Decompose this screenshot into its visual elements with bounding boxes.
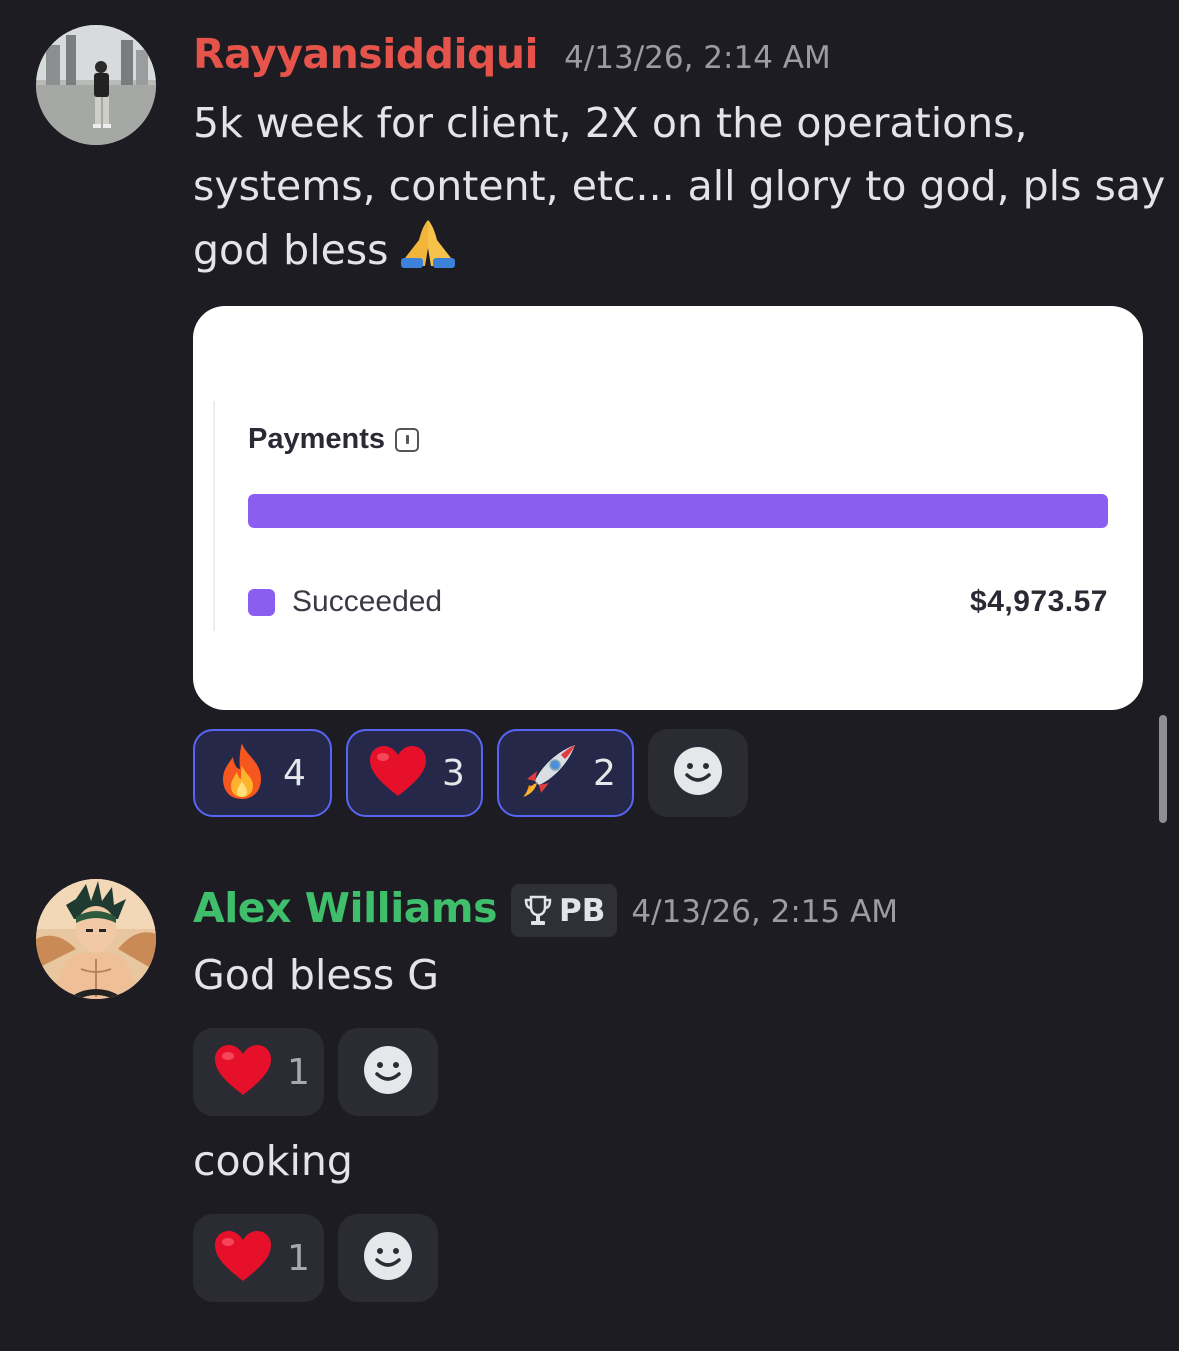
reaction-count: 3 (442, 752, 465, 794)
trophy-icon (524, 895, 552, 925)
message-content: 5k week for client, 2X on the operations… (193, 92, 1165, 288)
add-reaction-icon (362, 1044, 414, 1100)
add-reaction-button[interactable] (338, 1028, 438, 1116)
heart-icon (213, 1043, 273, 1101)
reaction-heart[interactable]: 1 (193, 1214, 324, 1302)
role-badge[interactable]: PB (511, 884, 618, 937)
reaction-count: 1 (287, 1237, 310, 1279)
heart-icon (368, 744, 428, 802)
payments-progress-fill (248, 494, 1108, 528)
reactions-bar: 1 (193, 1028, 438, 1116)
timestamp: 4/13/26, 2:15 AM (631, 894, 899, 930)
reaction-heart[interactable]: 3 (346, 729, 483, 817)
fire-icon (215, 741, 269, 805)
payments-title-text: Payments (248, 423, 386, 455)
reaction-fire[interactable]: 4 (193, 729, 332, 817)
message-content: cooking (193, 1137, 353, 1185)
add-reaction-icon (362, 1230, 414, 1286)
legend-label: Succeeded (292, 585, 443, 618)
rocket-icon (519, 741, 579, 805)
reactions-bar: 1 (193, 1214, 438, 1302)
payments-title: Payments (248, 423, 420, 456)
author-name[interactable]: Alex Williams (193, 884, 498, 932)
reaction-heart[interactable]: 1 (193, 1028, 324, 1116)
add-reaction-icon (672, 745, 724, 801)
info-icon (395, 427, 420, 452)
message-content: God bless G (193, 951, 440, 999)
payment-amount: $4,973.57 (970, 585, 1108, 618)
folded-hands-icon (397, 218, 459, 288)
reactions-bar: 4 3 2 (193, 729, 748, 817)
add-reaction-button[interactable] (338, 1214, 438, 1302)
add-reaction-button[interactable] (648, 729, 748, 817)
reaction-count: 4 (283, 752, 306, 794)
scrollbar-thumb[interactable] (1159, 715, 1167, 823)
timestamp: 4/13/26, 2:14 AM (564, 40, 831, 76)
payments-screenshot[interactable]: Payments Succeeded $4,973.57 (193, 306, 1143, 710)
embed-divider (193, 401, 215, 631)
legend-swatch (248, 588, 275, 616)
heart-icon (213, 1229, 273, 1287)
message-line: systems, content, etc... all glory to go… (193, 162, 1166, 210)
payments-progress-bar (248, 494, 1108, 528)
message-line: god bless (193, 226, 389, 274)
message-line: 5k week for client, 2X on the operations… (193, 99, 1028, 147)
reaction-count: 1 (287, 1051, 310, 1093)
reaction-rocket[interactable]: 2 (497, 729, 634, 817)
badge-label: PB (559, 892, 606, 929)
author-name[interactable]: Rayyansiddiqui (193, 30, 539, 78)
avatar-alex-williams[interactable] (36, 879, 156, 999)
payments-legend-row: Succeeded $4,973.57 (248, 585, 1108, 619)
reaction-count: 2 (593, 752, 616, 794)
avatar-rayyansiddiqui[interactable] (36, 25, 156, 145)
